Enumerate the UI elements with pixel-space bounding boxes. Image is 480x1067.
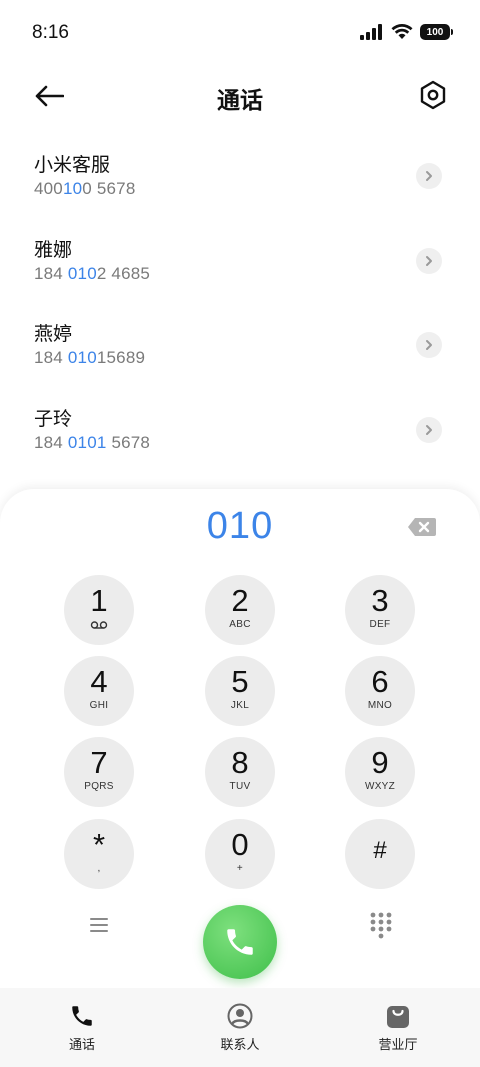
tab-label: 营业厅	[378, 1038, 418, 1053]
phone-handset-icon	[227, 929, 253, 955]
key-0[interactable]: 0 +	[205, 819, 275, 889]
header: 通话	[0, 68, 480, 124]
contact-detail-button[interactable]	[416, 247, 442, 274]
key-star[interactable]: * ,	[64, 819, 134, 889]
tab-calls[interactable]: 通话	[22, 988, 142, 1067]
menu-icon	[90, 918, 108, 932]
wifi-icon	[391, 24, 413, 39]
page-title: 通话	[217, 88, 263, 114]
contact-name: 燕婷	[34, 323, 73, 345]
tab-contacts[interactable]: 联系人	[180, 988, 300, 1067]
key-2[interactable]: 2 ABC	[205, 575, 275, 645]
battery-indicator: 100	[420, 24, 453, 40]
contact-name: 小米客服	[34, 154, 111, 176]
key-8[interactable]: 8 TUV	[205, 737, 275, 807]
contact-row[interactable]: 雅娜 184 0102 4685	[0, 225, 480, 310]
status-icons: 100	[360, 24, 453, 40]
dialer-panel: 010 1 2 ABC 3 DEF 4 GHI 5 JKL 6 MNO 7 PQ…	[0, 489, 480, 1067]
signal-icon	[360, 24, 382, 40]
settings-hexagon-icon	[420, 80, 446, 110]
contact-number: 184 01015689	[34, 348, 146, 367]
backspace-button[interactable]	[406, 515, 438, 539]
key-4[interactable]: 4 GHI	[64, 656, 134, 726]
key-7[interactable]: 7 PQRS	[64, 737, 134, 807]
status-bar: 8:16 100	[0, 0, 480, 68]
tab-service-hall[interactable]: 营业厅	[338, 988, 458, 1067]
phone-icon	[68, 1002, 96, 1030]
person-icon	[226, 1002, 254, 1030]
contact-detail-button[interactable]	[416, 416, 442, 443]
menu-button[interactable]	[86, 913, 112, 937]
contact-detail-button[interactable]	[416, 332, 442, 358]
tab-label: 联系人	[220, 1038, 260, 1053]
chevron-right-icon	[426, 340, 432, 350]
contact-row[interactable]: 小米客服 400100 5678	[0, 140, 480, 225]
contact-number: 184 0102 4685	[34, 263, 151, 283]
key-3[interactable]: 3 DEF	[345, 575, 415, 645]
key-hash[interactable]: #	[345, 819, 415, 889]
contact-name: 雅娜	[34, 238, 73, 261]
chevron-right-icon	[426, 424, 432, 435]
bottom-tab-bar: 通话 联系人 营业厅	[0, 988, 480, 1067]
dialpad-dots-icon	[370, 912, 392, 939]
contact-detail-button[interactable]	[416, 163, 442, 189]
contact-row[interactable]: 子玲 184 0101 5678	[0, 394, 480, 479]
contact-row[interactable]: 燕婷 184 01015689	[0, 309, 480, 394]
shopping-bag-icon	[384, 1002, 412, 1030]
key-9[interactable]: 9 WXYZ	[345, 737, 415, 807]
contact-number: 184 0101 5678	[34, 432, 151, 452]
key-1[interactable]: 1	[64, 575, 134, 645]
contact-name: 子玲	[34, 407, 73, 430]
key-5[interactable]: 5 JKL	[205, 656, 275, 726]
backspace-icon	[408, 518, 436, 536]
key-6[interactable]: 6 MNO	[345, 656, 415, 726]
contact-list: 小米客服 400100 5678 雅娜 184 0102 4685 燕婷 184…	[0, 140, 480, 478]
call-button[interactable]	[203, 905, 277, 979]
tab-label: 通话	[68, 1038, 95, 1053]
dialpad-toggle-button[interactable]	[369, 911, 393, 939]
voicemail-icon	[90, 621, 108, 629]
settings-button[interactable]	[418, 78, 448, 112]
chevron-right-icon	[426, 255, 432, 266]
status-time: 8:16	[32, 22, 69, 43]
contact-number: 400100 5678	[34, 179, 136, 198]
chevron-right-icon	[426, 171, 432, 181]
